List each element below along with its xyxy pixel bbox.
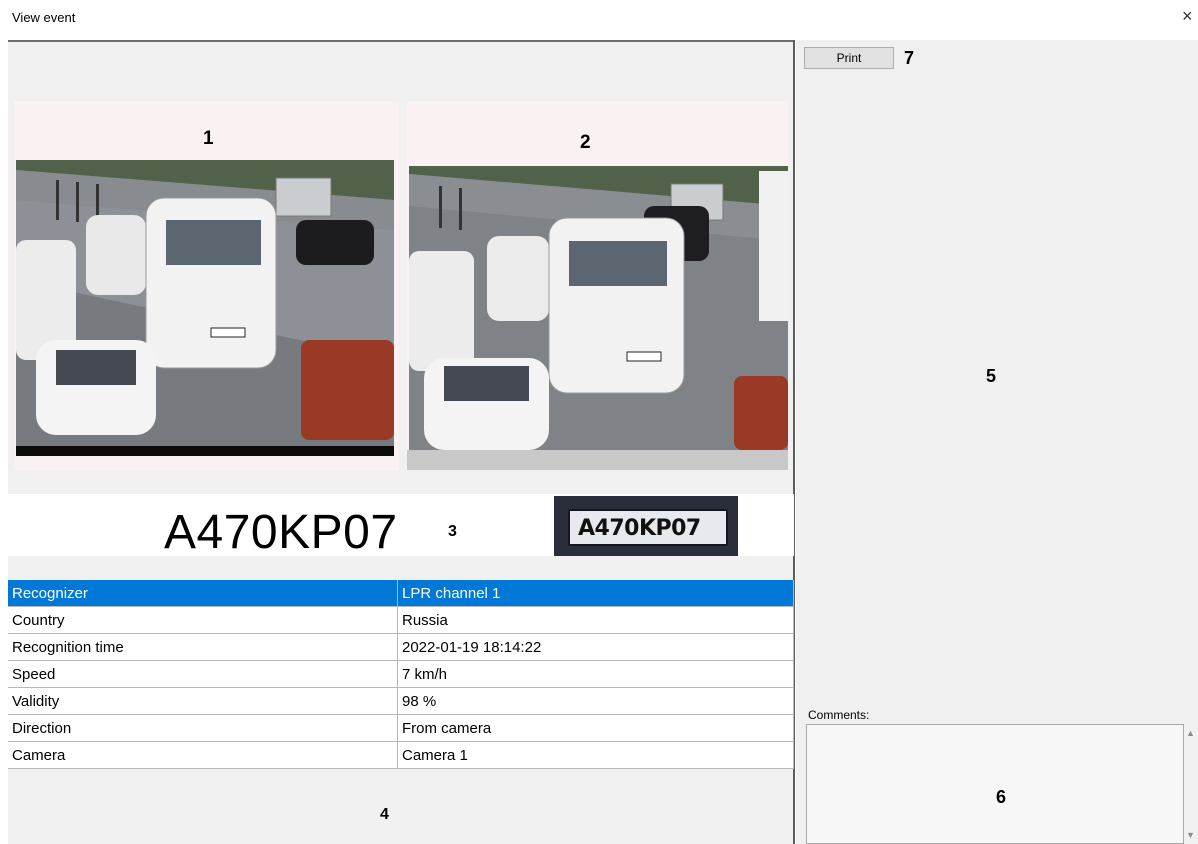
property-row[interactable]: Camera Camera 1 [8, 741, 794, 769]
plate-area-number: 3 [448, 523, 457, 540]
print-button-number: 7 [904, 48, 915, 68]
photo-2-number: 2 [580, 132, 591, 153]
photo-1-caption-strip [16, 446, 394, 456]
property-row[interactable]: Speed 7 km/h [8, 660, 794, 688]
window-title: View event [12, 10, 76, 25]
scroll-down-icon[interactable]: ▼ [1186, 830, 1195, 840]
plate-crop-plate: A470KP07 [568, 509, 728, 546]
print-button[interactable]: Print [804, 47, 894, 69]
plate-crop-text: A470KP07 [578, 516, 701, 541]
property-key: Speed [8, 660, 398, 688]
photo-2-bottom-strip [407, 450, 788, 470]
photo-1-number: 1 [203, 128, 214, 149]
property-row[interactable]: Validity 98 % [8, 687, 794, 715]
close-icon[interactable]: × [1182, 6, 1193, 27]
property-value: 2022-01-19 18:14:22 [397, 633, 794, 661]
preview-area-number: 5 [986, 366, 997, 386]
property-value: Camera 1 [397, 741, 794, 769]
comments-field[interactable] [806, 724, 1184, 844]
property-row[interactable]: Country Russia [8, 606, 794, 634]
property-row[interactable]: Recognizer LPR channel 1 [8, 580, 794, 607]
property-key: Country [8, 606, 398, 634]
property-value: Russia [397, 606, 794, 634]
property-key: Recognition time [8, 633, 398, 661]
property-key: Camera [8, 741, 398, 769]
property-value: From camera [397, 714, 794, 742]
property-value: 7 km/h [397, 660, 794, 688]
property-row[interactable]: Direction From camera [8, 714, 794, 742]
property-value: 98 % [397, 687, 794, 715]
property-row[interactable]: Recognition time 2022-01-19 18:14:22 [8, 633, 794, 661]
pane-top-border [8, 40, 794, 42]
comments-area-number: 6 [996, 787, 1007, 807]
photo-2-image [409, 166, 788, 450]
property-key: Recognizer [8, 580, 398, 607]
property-value: LPR channel 1 [397, 580, 794, 607]
comments-label: Comments: [808, 708, 870, 722]
comments-scrollbar[interactable]: ▲ ▼ [1184, 724, 1198, 844]
title-bar: View event × [0, 0, 1198, 40]
table-area-number: 4 [380, 806, 389, 823]
scroll-up-icon[interactable]: ▲ [1186, 728, 1195, 738]
property-key: Validity [8, 687, 398, 715]
property-key: Direction [8, 714, 398, 742]
plate-crop-image: A470KP07 [554, 496, 738, 556]
photo-1-image [16, 160, 394, 446]
properties-table: Recognizer LPR channel 1 Country Russia Reco… [8, 580, 794, 769]
plate-number: A470KP07 [164, 506, 398, 559]
